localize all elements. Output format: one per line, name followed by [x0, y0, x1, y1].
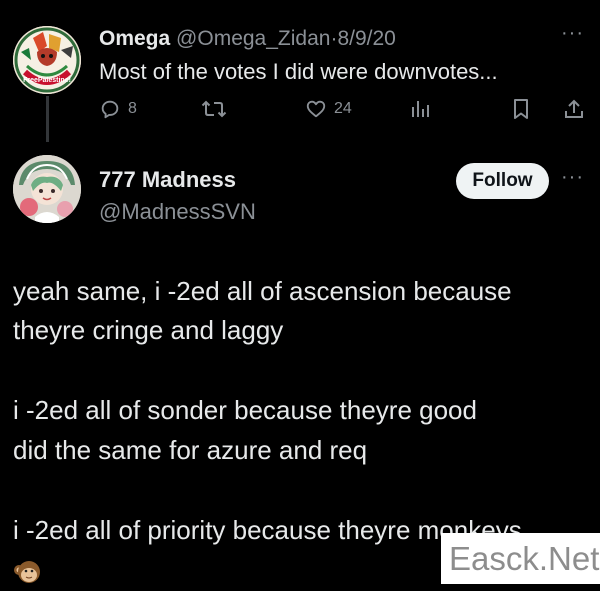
share-icon: [565, 99, 583, 118]
reply-icon: [101, 100, 119, 119]
follow-button[interactable]: Follow: [456, 163, 549, 199]
parent-avatar-image: FreePalestine!: [13, 26, 81, 94]
views-action[interactable]: [409, 92, 431, 126]
reply-text-line-1: yeah same, i -2ed all of ascension becau…: [13, 276, 512, 306]
reply-avatar-image: [13, 155, 81, 223]
parent-tweet-text: Most of the votes I did were downvotes..…: [99, 59, 498, 84]
parent-action-bar: 8 24: [0, 92, 600, 126]
avatar-caption: FreePalestine!: [23, 77, 71, 84]
parent-display-name[interactable]: Omega: [99, 27, 170, 50]
reply-count: 8: [128, 100, 137, 117]
reply-display-name[interactable]: 777 Madness: [99, 166, 236, 194]
reply-more-options-icon[interactable]: ···: [561, 166, 584, 189]
share-action[interactable]: [563, 92, 585, 126]
parent-avatar[interactable]: FreePalestine!: [13, 26, 81, 94]
heart-icon: [306, 100, 326, 118]
reply-action[interactable]: 8: [99, 92, 137, 126]
bookmark-icon: [514, 99, 528, 119]
retweet-action[interactable]: [201, 92, 227, 126]
reply-text-line-2: theyre cringe and laggy: [13, 315, 284, 345]
reply-text-line-3: i -2ed all of sonder because theyre good: [13, 395, 477, 425]
monkey-emoji-icon: [12, 556, 46, 586]
parent-more-options-icon[interactable]: ···: [561, 22, 584, 45]
parent-handle[interactable]: @Omega_Zidan: [176, 27, 330, 50]
reply-avatar[interactable]: [13, 155, 81, 223]
like-action[interactable]: 24: [305, 92, 352, 126]
parent-date[interactable]: 8/9/20: [337, 27, 395, 50]
retweet-icon: [201, 100, 227, 118]
analytics-icon: [412, 101, 429, 117]
reply-handle[interactable]: @MadnessSVN: [99, 198, 256, 226]
reply-text-line-4: did the same for azure and req: [13, 435, 368, 465]
parent-header: Omega @Omega_Zidan·8/9/20: [99, 26, 396, 52]
like-count: 24: [334, 100, 352, 117]
watermark: Easck.Net: [441, 533, 600, 584]
bookmark-action[interactable]: [511, 92, 531, 126]
